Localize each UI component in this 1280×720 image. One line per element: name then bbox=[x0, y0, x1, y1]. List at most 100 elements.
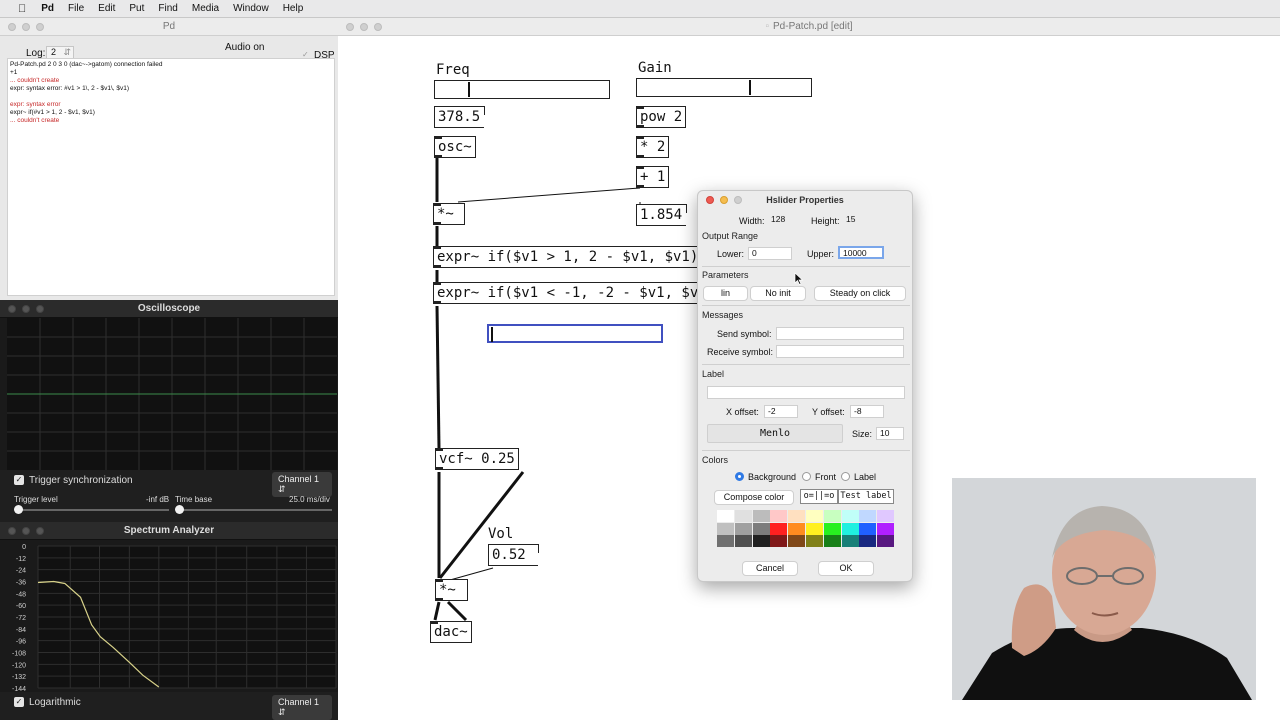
color-swatch[interactable] bbox=[877, 535, 895, 548]
color-palette[interactable] bbox=[717, 510, 895, 548]
gain-slider[interactable] bbox=[636, 78, 812, 97]
zoom-icon[interactable] bbox=[36, 305, 44, 313]
menu-window[interactable]: Window bbox=[226, 3, 276, 14]
multiply-2-object[interactable]: * 2 bbox=[636, 136, 670, 158]
minimize-icon[interactable] bbox=[360, 23, 368, 31]
menu-find[interactable]: Find bbox=[151, 3, 184, 14]
menu-media[interactable]: Media bbox=[185, 3, 226, 14]
osc-channel-select[interactable]: Channel 1 ⇵ bbox=[272, 472, 332, 497]
color-swatch[interactable] bbox=[877, 510, 895, 522]
menu-file[interactable]: File bbox=[61, 3, 91, 14]
menu-put[interactable]: Put bbox=[122, 3, 151, 14]
zoom-icon[interactable] bbox=[36, 23, 44, 31]
close-icon[interactable] bbox=[8, 23, 16, 31]
color-swatch[interactable] bbox=[823, 535, 841, 548]
steady-on-click-button[interactable]: Steady on click bbox=[814, 286, 906, 301]
color-swatch[interactable] bbox=[806, 522, 823, 535]
color-swatch[interactable] bbox=[877, 522, 895, 535]
minimize-icon[interactable] bbox=[22, 527, 30, 535]
color-swatch[interactable] bbox=[841, 535, 859, 548]
trigger-level-knob[interactable] bbox=[14, 505, 23, 514]
color-swatch[interactable] bbox=[752, 510, 770, 522]
freq-slider-handle[interactable] bbox=[468, 82, 470, 97]
front-radio[interactable] bbox=[802, 472, 811, 481]
close-icon[interactable] bbox=[346, 23, 354, 31]
vcf-object[interactable]: vcf~ 0.25 bbox=[435, 448, 519, 470]
minimize-icon[interactable] bbox=[22, 305, 30, 313]
x-offset-field[interactable]: -2 bbox=[764, 405, 798, 418]
multiply-vol-object[interactable]: *~ bbox=[435, 579, 468, 601]
expr-clip-upper-object[interactable]: expr~ if($v1 > 1, 2 - $v1, $v1) bbox=[433, 246, 723, 268]
color-swatch[interactable] bbox=[734, 535, 752, 548]
close-icon[interactable] bbox=[8, 527, 16, 535]
trigger-level-slider[interactable] bbox=[16, 509, 169, 511]
size-field[interactable]: 10 bbox=[876, 427, 904, 440]
logarithmic-checkbox[interactable]: ✓ bbox=[14, 697, 24, 707]
vol-number-box[interactable]: 0.52 bbox=[488, 544, 539, 566]
apple-icon[interactable]:  bbox=[0, 3, 34, 15]
color-swatch[interactable] bbox=[788, 535, 806, 548]
spectrum-channel-select[interactable]: Channel 1 ⇵ bbox=[272, 695, 332, 720]
menu-edit[interactable]: Edit bbox=[91, 3, 122, 14]
freq-slider[interactable] bbox=[434, 80, 610, 99]
send-symbol-field[interactable] bbox=[776, 327, 904, 340]
lower-field[interactable]: 0 bbox=[748, 247, 792, 260]
minimize-icon[interactable] bbox=[720, 196, 728, 204]
scale-lin-button[interactable]: lin bbox=[703, 286, 748, 301]
color-swatch[interactable] bbox=[717, 522, 734, 535]
trigger-sync-checkbox[interactable]: ✓ bbox=[14, 475, 24, 485]
color-swatch[interactable] bbox=[717, 510, 734, 522]
osc-object[interactable]: osc~ bbox=[434, 136, 476, 158]
init-mode-button[interactable]: No init bbox=[750, 286, 806, 301]
gain-slider-handle[interactable] bbox=[749, 80, 751, 95]
multiply-signal-object[interactable]: *~ bbox=[433, 203, 465, 225]
color-swatch[interactable] bbox=[717, 535, 734, 548]
receive-symbol-field[interactable] bbox=[776, 345, 904, 358]
color-swatch[interactable] bbox=[788, 510, 806, 522]
plus-1-object[interactable]: + 1 bbox=[636, 166, 670, 188]
color-swatch[interactable] bbox=[770, 522, 788, 535]
cancel-button[interactable]: Cancel bbox=[742, 561, 798, 576]
color-swatch[interactable] bbox=[841, 510, 859, 522]
color-swatch[interactable] bbox=[734, 510, 752, 522]
color-swatch[interactable] bbox=[752, 522, 770, 535]
y-offset-field[interactable]: -8 bbox=[850, 405, 884, 418]
gain-number-box[interactable]: 1.854 bbox=[636, 204, 687, 226]
pow-object[interactable]: pow 2 bbox=[636, 106, 687, 128]
label-field[interactable] bbox=[707, 386, 905, 399]
menu-app[interactable]: Pd bbox=[34, 3, 61, 14]
zoom-icon[interactable] bbox=[36, 527, 44, 535]
width-field[interactable]: 128 bbox=[768, 214, 796, 227]
height-field[interactable]: 15 bbox=[843, 214, 871, 227]
zoom-icon[interactable] bbox=[374, 23, 382, 31]
compose-color-button[interactable]: Compose color bbox=[714, 490, 794, 505]
background-radio[interactable] bbox=[735, 472, 744, 481]
zoom-icon[interactable] bbox=[734, 196, 742, 204]
label-radio[interactable] bbox=[841, 472, 850, 481]
color-swatch[interactable] bbox=[770, 510, 788, 522]
new-hslider-handle[interactable] bbox=[491, 327, 493, 342]
dac-object[interactable]: dac~ bbox=[430, 621, 472, 643]
color-swatch[interactable] bbox=[859, 522, 877, 535]
freq-number-box[interactable]: 378.5 bbox=[434, 106, 485, 128]
close-icon[interactable] bbox=[706, 196, 714, 204]
color-swatch[interactable] bbox=[752, 535, 770, 548]
minimize-icon[interactable] bbox=[22, 23, 30, 31]
font-button[interactable]: Menlo bbox=[707, 424, 843, 443]
color-swatch[interactable] bbox=[806, 510, 823, 522]
menu-help[interactable]: Help bbox=[276, 3, 311, 14]
expr-clip-lower-object[interactable]: expr~ if($v1 < -1, -2 - $v1, $v1) bbox=[433, 282, 723, 304]
upper-field[interactable]: 10000 bbox=[838, 246, 884, 259]
ok-button[interactable]: OK bbox=[818, 561, 874, 576]
color-swatch[interactable] bbox=[770, 535, 788, 548]
color-swatch[interactable] bbox=[734, 522, 752, 535]
color-swatch[interactable] bbox=[788, 522, 806, 535]
color-swatch[interactable] bbox=[823, 510, 841, 522]
color-swatch[interactable] bbox=[859, 535, 877, 548]
time-base-slider[interactable] bbox=[177, 509, 332, 511]
color-swatch[interactable] bbox=[806, 535, 823, 548]
color-swatch[interactable] bbox=[841, 522, 859, 535]
close-icon[interactable] bbox=[8, 305, 16, 313]
color-swatch[interactable] bbox=[823, 522, 841, 535]
color-swatch[interactable] bbox=[859, 510, 877, 522]
